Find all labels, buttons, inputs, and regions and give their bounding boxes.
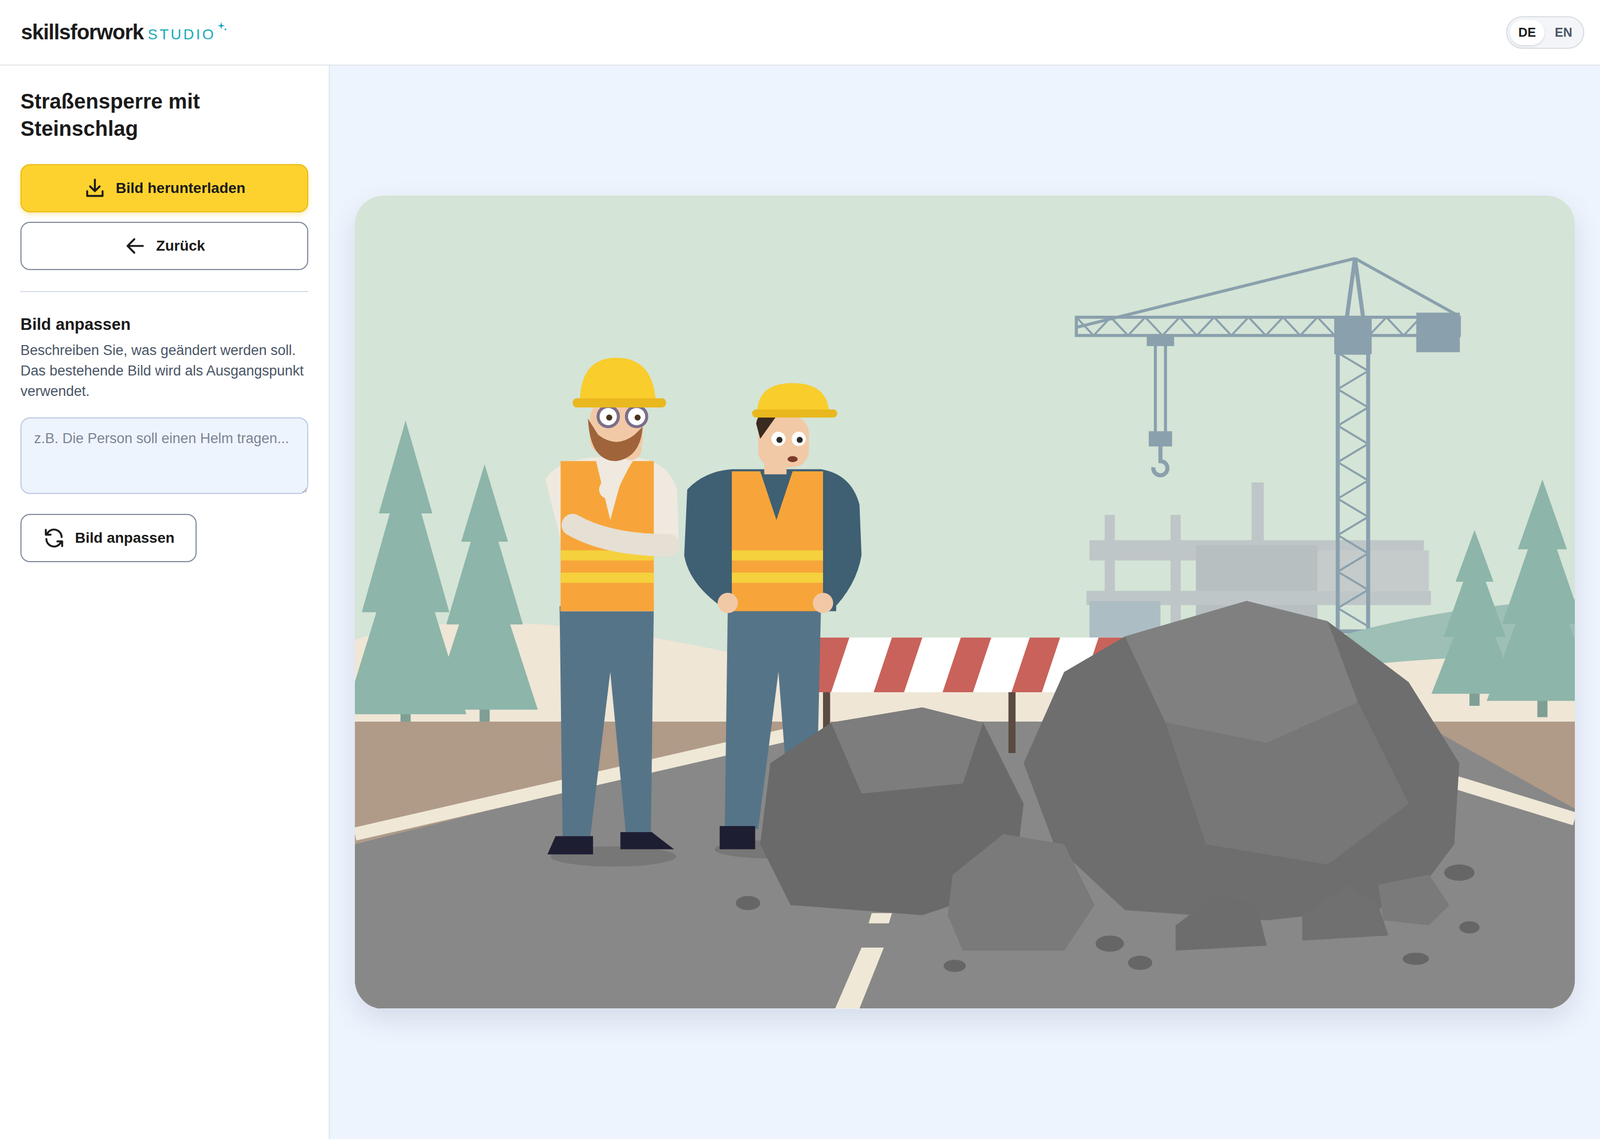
sky bbox=[354, 195, 1575, 1009]
center-line bbox=[835, 913, 892, 1009]
download-icon bbox=[83, 176, 107, 200]
image-title: Straßensperre mit Steinschlag bbox=[20, 87, 309, 143]
download-button[interactable]: Bild herunterladen bbox=[20, 164, 309, 213]
action-buttons: Bild herunterladen Zurück bbox=[20, 164, 309, 270]
logo-product: STUDIO bbox=[147, 26, 216, 43]
pine-tree bbox=[1486, 479, 1575, 718]
edit-heading: Bild anpassen bbox=[20, 315, 309, 334]
crane bbox=[1076, 258, 1460, 632]
language-option[interactable]: EN bbox=[1546, 19, 1581, 46]
worker-bearded bbox=[545, 358, 679, 867]
roadblock-illustration bbox=[354, 195, 1575, 1009]
language-option[interactable]: DE bbox=[1509, 19, 1544, 46]
sparkle-icon bbox=[217, 21, 228, 32]
button-label: Bild herunterladen bbox=[115, 179, 246, 197]
button-label: Zurück bbox=[156, 237, 205, 255]
logo-brand: skillsforwork bbox=[20, 20, 144, 45]
image-card bbox=[354, 195, 1575, 1009]
refresh-icon bbox=[42, 526, 66, 550]
divider bbox=[20, 290, 309, 293]
edit-description: Beschreiben Sie, was geändert werden sol… bbox=[20, 340, 309, 402]
road-edge-right bbox=[1449, 780, 1575, 819]
boulders bbox=[736, 601, 1480, 972]
edit-section: Bild anpassen Beschreiben Sie, was geände… bbox=[20, 315, 309, 562]
arrow-left-icon bbox=[123, 234, 147, 258]
studio-page: skillsforworkSTUDIO DEEN Straßensperre mit… bbox=[0, 0, 1600, 1139]
pine-tree bbox=[431, 464, 538, 729]
language-toggle: DEEN bbox=[1506, 16, 1585, 49]
top-bar: skillsforworkSTUDIO DEEN bbox=[0, 0, 1600, 66]
logo[interactable]: skillsforworkSTUDIO bbox=[20, 20, 228, 45]
sidebar: Straßensperre mit Steinschlag Bild herunt… bbox=[0, 65, 330, 1139]
back-button[interactable]: Zurück bbox=[20, 221, 309, 270]
workspace: Straßensperre mit Steinschlag Bild herunt… bbox=[0, 65, 1600, 1139]
preview-area bbox=[329, 65, 1600, 1139]
edit-textarea[interactable] bbox=[20, 417, 309, 494]
button-label: Bild anpassen bbox=[74, 529, 175, 547]
adjust-button[interactable]: Bild anpassen bbox=[20, 513, 197, 562]
